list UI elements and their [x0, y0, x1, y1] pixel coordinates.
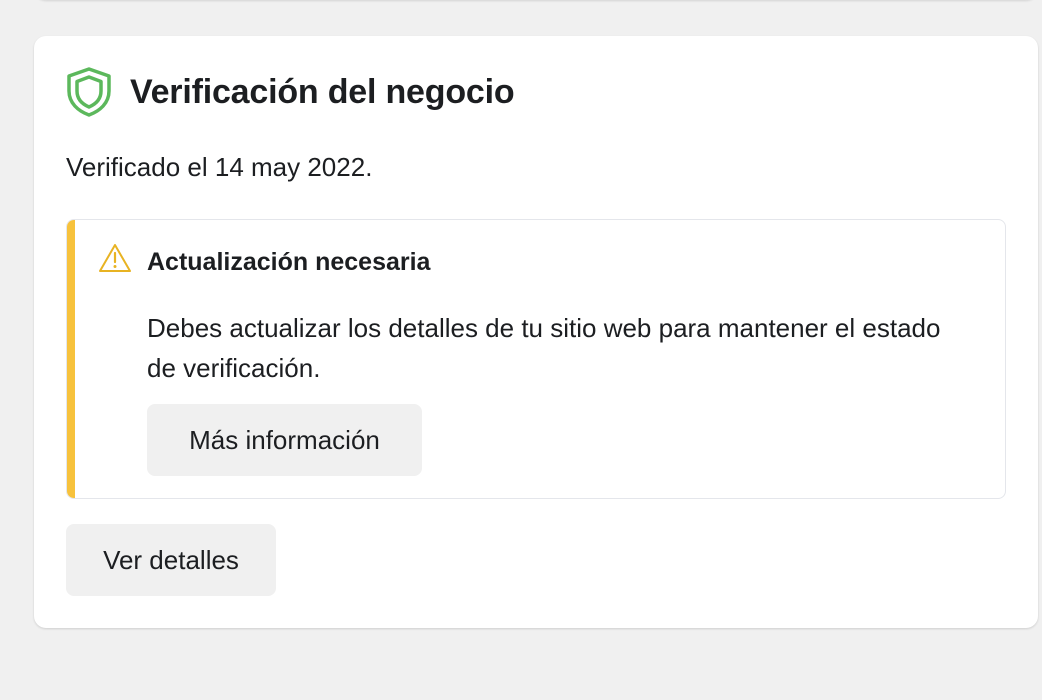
alert-title: Actualización necesaria — [147, 248, 431, 276]
alert-accent-bar — [67, 220, 75, 498]
update-required-alert: Actualización necesaria Debes actualizar… — [66, 219, 1006, 499]
view-details-button[interactable]: Ver detalles — [66, 524, 276, 596]
alert-message: Debes actualizar los detalles de tu siti… — [147, 313, 941, 383]
card-header: Verificación del negocio — [66, 67, 515, 117]
warning-icon — [98, 243, 132, 273]
verification-status-text: Verificado el 14 may 2022. — [66, 152, 373, 182]
shield-icon — [66, 67, 112, 117]
business-verification-card: Verificación del negocio Verificado el 1… — [34, 36, 1038, 628]
card-title: Verificación del negocio — [130, 72, 515, 111]
more-info-button[interactable]: Más información — [147, 404, 422, 476]
